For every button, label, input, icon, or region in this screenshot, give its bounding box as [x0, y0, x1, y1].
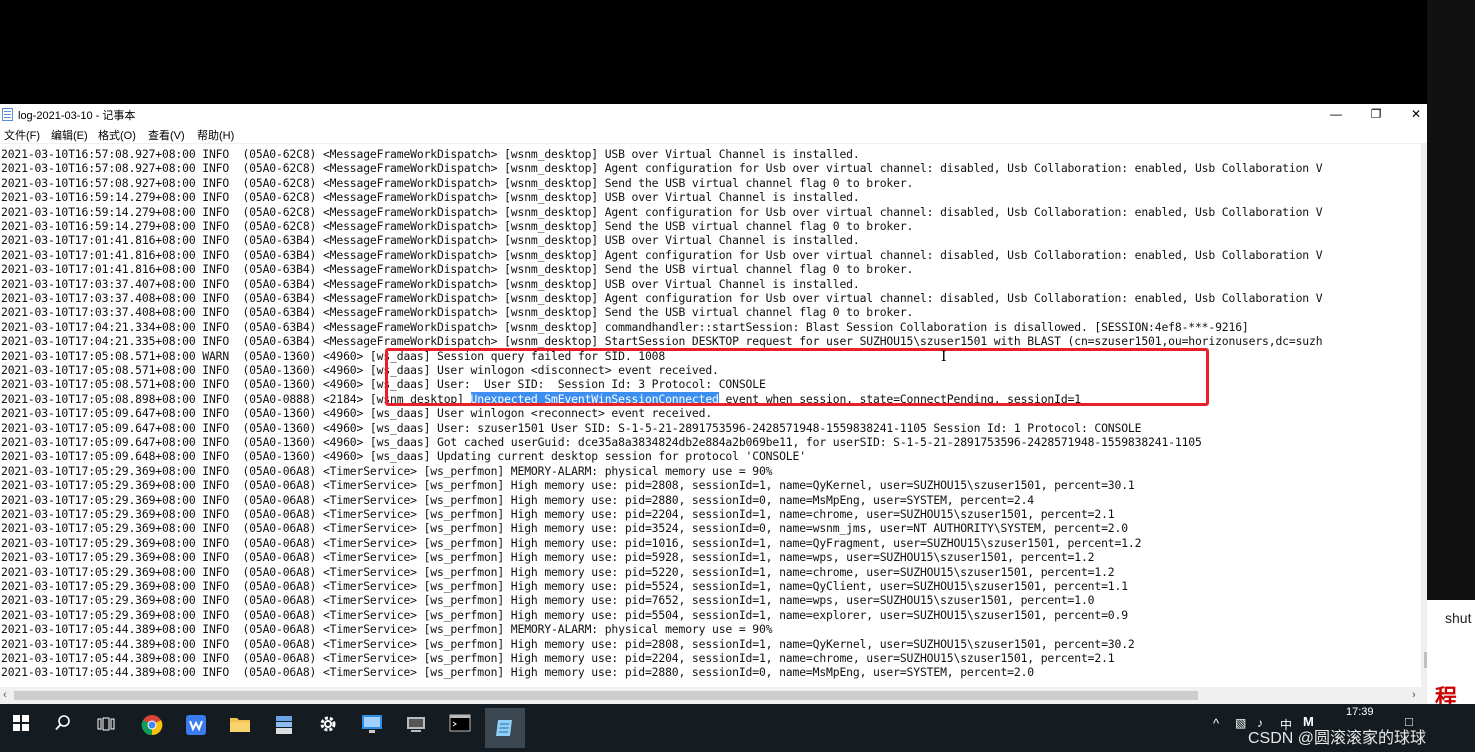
search-icon[interactable]: [50, 714, 76, 740]
log-line: 2021-03-10T17:03:37.408+08:00 INFO (05A0…: [1, 305, 914, 320]
task-view-icon[interactable]: [93, 714, 119, 740]
log-line: 2021-03-10T17:05:09.647+08:00 INFO (05A0…: [1, 406, 713, 421]
text-cursor-icon: I: [941, 349, 947, 365]
log-line: 2021-03-10T17:05:08.571+08:00 WARN (05A0…: [1, 348, 666, 363]
menu-file[interactable]: 文件(F): [4, 127, 40, 143]
log-line: 2021-03-10T17:05:29.369+08:00 INFO (05A0…: [1, 593, 1095, 608]
log-line: 2021-03-10T17:03:37.408+08:00 INFO (05A0…: [1, 291, 1323, 305]
log-line: 2021-03-10T17:01:41.816+08:00 INFO (05A0…: [1, 247, 1323, 262]
windows-icon[interactable]: [8, 714, 34, 740]
menu-edit[interactable]: 编辑(E): [51, 127, 88, 143]
tray-clock[interactable]: 17:39: [1346, 706, 1374, 718]
log-line: 2021-03-10T17:05:44.389+08:00 INFO (05A0…: [1, 665, 1034, 680]
vertical-scroll-thumb[interactable]: [1424, 652, 1427, 668]
log-line: 2021-03-10T17:04:21.335+08:00 INFO (05A0…: [1, 334, 1323, 349]
menu-format[interactable]: 格式(O): [98, 127, 136, 143]
log-line: 2021-03-10T17:05:08.571+08:00 INFO (05A0…: [1, 363, 719, 377]
scroll-right-icon[interactable]: ›: [1412, 687, 1416, 704]
minimize-button[interactable]: —: [1316, 104, 1356, 125]
log-line: 2021-03-10T17:05:29.369+08:00 INFO (05A0…: [1, 507, 1115, 521]
menu-bar: 文件(F) 编辑(E) 格式(O) 查看(V) 帮助(H): [0, 125, 1427, 143]
maximize-button[interactable]: ❐: [1356, 104, 1396, 125]
log-line: 2021-03-10T17:03:37.407+08:00 INFO (05A0…: [1, 276, 860, 291]
log-line: 2021-03-10T17:05:09.648+08:00 INFO (05A0…: [1, 449, 806, 464]
log-line: 2021-03-10T17:05:29.369+08:00 INFO (05A0…: [1, 478, 1135, 493]
window-title: log-2021-03-10 - 记事本: [18, 110, 136, 122]
log-line: 2021-03-10T17:05:09.647+08:00 INFO (05A0…: [1, 435, 1202, 449]
menu-help[interactable]: 帮助(H): [197, 127, 234, 143]
top-backdrop: [0, 0, 1475, 104]
log-line: 2021-03-10T17:05:29.369+08:00 INFO (05A0…: [1, 492, 1034, 507]
log-line: 2021-03-10T17:05:29.369+08:00 INFO (05A0…: [1, 521, 1128, 536]
log-line: 2021-03-10T17:05:29.369+08:00 INFO (05A0…: [1, 535, 1142, 550]
log-line: 2021-03-10T17:01:41.816+08:00 INFO (05A0…: [1, 233, 860, 248]
log-line: 2021-03-10T16:59:14.279+08:00 INFO (05A0…: [1, 204, 1323, 219]
log-line: 2021-03-10T16:57:08.927+08:00 INFO (05A0…: [1, 147, 860, 161]
log-line: 2021-03-10T17:05:44.389+08:00 INFO (05A0…: [1, 636, 1135, 651]
notepad-taskbar-icon[interactable]: [485, 708, 525, 748]
tray-overflow-icon[interactable]: ^: [1213, 716, 1219, 731]
selected-text: Unexpected SmEventWinSessionConnected: [470, 391, 719, 406]
log-line: 2021-03-10T16:57:08.927+08:00 INFO (05A0…: [1, 175, 914, 190]
server-manager-icon[interactable]: [271, 714, 297, 740]
background-snippet: shut: [1445, 610, 1472, 626]
settings-icon[interactable]: [315, 714, 341, 740]
log-line: 2021-03-10T17:05:08.571+08:00 INFO (05A0…: [1, 377, 766, 392]
horizontal-scrollbar[interactable]: ‹ ›: [0, 687, 1427, 704]
vertical-scrollbar[interactable]: [1421, 143, 1427, 687]
log-line: 2021-03-10T16:59:14.279+08:00 INFO (05A0…: [1, 190, 860, 205]
notepad-window: log-2021-03-10 - 记事本 — ❐ ✕ 文件(F) 编辑(E) 格…: [0, 104, 1427, 704]
log-line: 2021-03-10T17:05:29.369+08:00 INFO (05A0…: [1, 550, 1095, 565]
network-icon[interactable]: [403, 714, 429, 740]
log-line: 2021-03-10T17:05:09.647+08:00 INFO (05A0…: [1, 420, 1142, 435]
text-editor[interactable]: 2021-03-10T17:05:44.389+08:00 INFO (05A0…: [0, 143, 1424, 688]
notepad-icon: [2, 108, 13, 121]
log-line: 2021-03-10T17:05:29.369+08:00 INFO (05A0…: [1, 564, 1115, 579]
horizontal-scroll-thumb[interactable]: [14, 691, 1198, 700]
chrome-icon[interactable]: [139, 714, 165, 740]
log-line: 2021-03-10T17:01:41.816+08:00 INFO (05A0…: [1, 262, 914, 277]
remote-desktop-icon[interactable]: [359, 714, 385, 740]
log-line: 2021-03-10T17:05:08.898+08:00 INFO (05A0…: [1, 391, 1081, 406]
log-line: 2021-03-10T17:05:29.369+08:00 INFO (05A0…: [1, 579, 1128, 593]
tray-network-icon[interactable]: ▧: [1235, 716, 1246, 730]
log-line: 2021-03-10T17:05:44.389+08:00 INFO (05A0…: [1, 622, 773, 637]
file-explorer-icon[interactable]: [227, 714, 253, 740]
watermark: CSDN @圆滚滚家的球球: [1248, 730, 1427, 747]
log-line: 2021-03-10T16:59:14.279+08:00 INFO (05A0…: [1, 219, 914, 233]
background-window-dark: [1427, 0, 1475, 600]
log-line: 2021-03-10T16:57:08.927+08:00 INFO (05A0…: [1, 161, 1323, 176]
title-bar[interactable]: log-2021-03-10 - 记事本 — ❐ ✕: [0, 104, 1427, 125]
wps-icon[interactable]: [183, 714, 209, 740]
close-button[interactable]: ✕: [1396, 104, 1436, 125]
log-line: 2021-03-10T17:05:29.369+08:00 INFO (05A0…: [1, 463, 773, 478]
log-line: 2021-03-10T17:04:21.334+08:00 INFO (05A0…: [1, 319, 1249, 334]
cmd-icon[interactable]: [447, 714, 473, 740]
log-line: 2021-03-10T17:05:44.389+08:00 INFO (05A0…: [1, 651, 1115, 665]
menu-view[interactable]: 查看(V): [148, 127, 185, 143]
log-line: 2021-03-10T17:05:29.369+08:00 INFO (05A0…: [1, 607, 1128, 622]
scroll-left-icon[interactable]: ‹: [3, 687, 7, 704]
